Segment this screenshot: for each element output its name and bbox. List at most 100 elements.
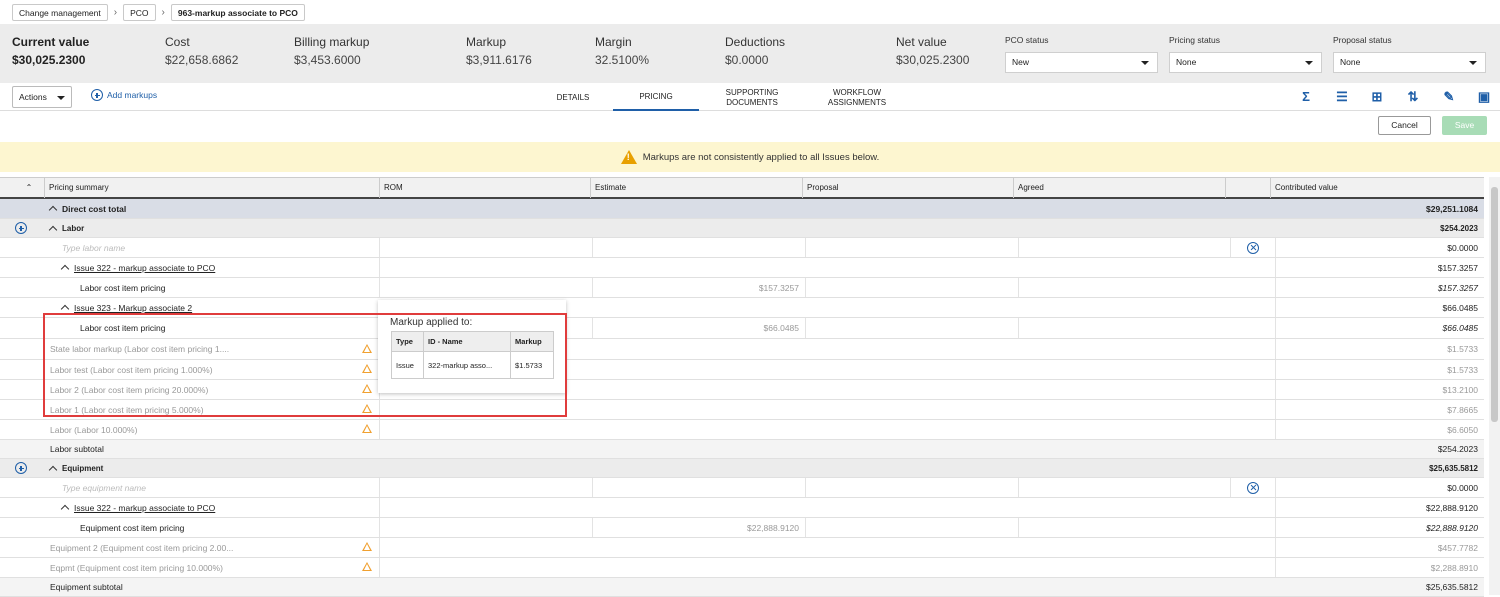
row-value: $2,288.8910 xyxy=(1430,562,1478,573)
equipment-name-input[interactable]: Type equipment name xyxy=(62,478,146,497)
row-value: $13.2100 xyxy=(1442,384,1478,395)
chevron-up-icon xyxy=(60,304,70,314)
comment-icon[interactable]: ▣ xyxy=(1476,89,1492,105)
col-pricing-summary[interactable]: Pricing summary xyxy=(44,178,379,198)
row-value: $0.0000 xyxy=(1447,482,1478,493)
add-circle-icon[interactable] xyxy=(15,459,27,477)
breadcrumb-change-management[interactable]: Change management xyxy=(12,3,108,21)
add-circle-icon[interactable] xyxy=(15,219,27,237)
table-row: Equipment cost item pricing $22,888.9120… xyxy=(0,518,1484,538)
estimate-cell[interactable] xyxy=(592,238,805,257)
estimate-cell[interactable]: $66.0485 xyxy=(592,318,805,338)
rom-cell[interactable] xyxy=(379,478,592,497)
row-label: Issue 322 - markup associate to PCO xyxy=(74,262,216,273)
add-markups-label: Add markups xyxy=(107,90,158,100)
divider xyxy=(1275,278,1276,297)
tab-supporting-documents[interactable]: SUPPORTING DOCUMENTS xyxy=(712,84,792,111)
divider xyxy=(379,420,380,439)
divider xyxy=(1275,420,1276,439)
pricing-status-label: Pricing status xyxy=(1169,35,1221,45)
labor-name-input[interactable]: Type labor name xyxy=(62,238,125,257)
deductions-label: Deductions xyxy=(725,35,786,49)
sigma-icon[interactable]: Σ xyxy=(1298,89,1314,105)
vertical-scrollbar[interactable] xyxy=(1489,177,1500,595)
tab-label-line1: SUPPORTING xyxy=(725,87,779,97)
warning-icon[interactable] xyxy=(362,562,372,571)
table-row: Labor cost item pricing $157.3257 $157.3… xyxy=(0,278,1484,298)
row-value: $22,888.9120 xyxy=(1426,502,1478,513)
agreed-cell[interactable] xyxy=(1018,318,1275,338)
table-row: Type equipment name $0.0000 xyxy=(0,478,1484,498)
chevron-right-icon: › xyxy=(113,6,118,18)
table-row: Eqpmt (Equipment cost item pricing 10.00… xyxy=(0,558,1484,578)
sort-icon[interactable]: ⇅ xyxy=(1405,89,1421,105)
margin-label: Margin xyxy=(595,35,632,49)
list-icon[interactable]: ☰ xyxy=(1334,89,1350,105)
pco-status-label: PCO status xyxy=(1005,35,1049,45)
row-label: Issue 322 - markup associate to PCO xyxy=(74,502,216,513)
actions-dropdown[interactable]: Actions xyxy=(12,86,72,108)
rom-cell[interactable] xyxy=(379,238,592,257)
edit-document-icon[interactable]: ✎ xyxy=(1441,89,1457,105)
tab-details[interactable]: DETAILS xyxy=(545,84,601,111)
estimate-cell[interactable]: $22,888.9120 xyxy=(592,518,805,537)
row-label: Equipment cost item pricing xyxy=(80,522,185,533)
section-title[interactable]: Labor xyxy=(48,219,84,237)
tab-pricing[interactable]: PRICING xyxy=(613,84,699,111)
breadcrumb-current: 963-markup associate to PCO xyxy=(170,3,305,21)
table-row: Labor (Labor 10.000%) $6.6050 xyxy=(0,420,1484,440)
proposal-cell[interactable] xyxy=(805,478,1018,497)
row-label: Issue 323 - Markup associate 2 xyxy=(74,302,193,313)
section-title[interactable]: Direct cost total xyxy=(48,199,127,218)
rom-cell[interactable] xyxy=(379,278,592,297)
issue-link[interactable]: Issue 322 - markup associate to PCO xyxy=(60,258,216,277)
subtotal-label: Equipment subtotal xyxy=(50,582,123,592)
divider xyxy=(379,498,380,517)
save-button[interactable]: Save xyxy=(1442,116,1487,135)
estimate-cell[interactable]: $157.3257 xyxy=(592,278,805,297)
agreed-cell[interactable] xyxy=(1018,518,1275,537)
col-contributed-value[interactable]: Contributed value xyxy=(1270,178,1484,198)
warning-icon[interactable] xyxy=(362,424,372,433)
agreed-cell[interactable] xyxy=(1018,278,1275,297)
rom-cell[interactable] xyxy=(379,518,592,537)
row-value: $7.8665 xyxy=(1447,404,1478,415)
row-value: $1.5733 xyxy=(1447,344,1478,354)
agreed-cell[interactable] xyxy=(1018,478,1230,497)
collapse-all-icon[interactable]: ⌃ xyxy=(0,178,44,198)
agreed-cell[interactable] xyxy=(1018,238,1230,257)
deductions-value: $0.0000 xyxy=(725,53,769,67)
divider xyxy=(1275,318,1276,338)
pricing-status-select[interactable]: None xyxy=(1169,52,1322,73)
row-value: $254.2023 xyxy=(1437,444,1478,454)
divider xyxy=(379,258,380,277)
proposal-status-select[interactable]: None xyxy=(1333,52,1486,73)
col-rom[interactable]: ROM xyxy=(379,178,590,198)
proposal-cell[interactable] xyxy=(805,318,1018,338)
remove-icon[interactable] xyxy=(1230,478,1275,497)
col-estimate[interactable]: Estimate xyxy=(590,178,802,198)
cancel-button[interactable]: Cancel xyxy=(1378,116,1431,135)
warning-icon[interactable] xyxy=(362,542,372,551)
proposal-cell[interactable] xyxy=(805,278,1018,297)
pco-status-select[interactable]: New xyxy=(1005,52,1158,73)
breadcrumb-pco[interactable]: PCO xyxy=(123,3,156,21)
col-proposal[interactable]: Proposal xyxy=(802,178,1013,198)
table-row: Equipment 2 (Equipment cost item pricing… xyxy=(0,538,1484,558)
estimate-cell[interactable] xyxy=(592,478,805,497)
remove-icon[interactable] xyxy=(1230,238,1275,257)
row-value: $6.6050 xyxy=(1447,424,1478,435)
col-agreed[interactable]: Agreed xyxy=(1013,178,1225,198)
row-value: $1.5733 xyxy=(1447,364,1478,375)
issue-link[interactable]: Issue 322 - markup associate to PCO xyxy=(60,498,216,517)
row-label: Direct cost total xyxy=(62,203,127,214)
divider xyxy=(1275,498,1276,517)
add-page-icon[interactable]: ⊞ xyxy=(1369,89,1385,105)
proposal-cell[interactable] xyxy=(805,518,1018,537)
row-value: $66.0485 xyxy=(1442,302,1478,313)
proposal-cell[interactable] xyxy=(805,238,1018,257)
scrollbar-thumb[interactable] xyxy=(1491,187,1498,422)
section-title[interactable]: Equipment xyxy=(48,459,103,477)
tab-workflow-assignments[interactable]: WORKFLOW ASSIGNMENTS xyxy=(815,84,899,111)
add-markups-button[interactable]: Add markups xyxy=(91,89,157,101)
